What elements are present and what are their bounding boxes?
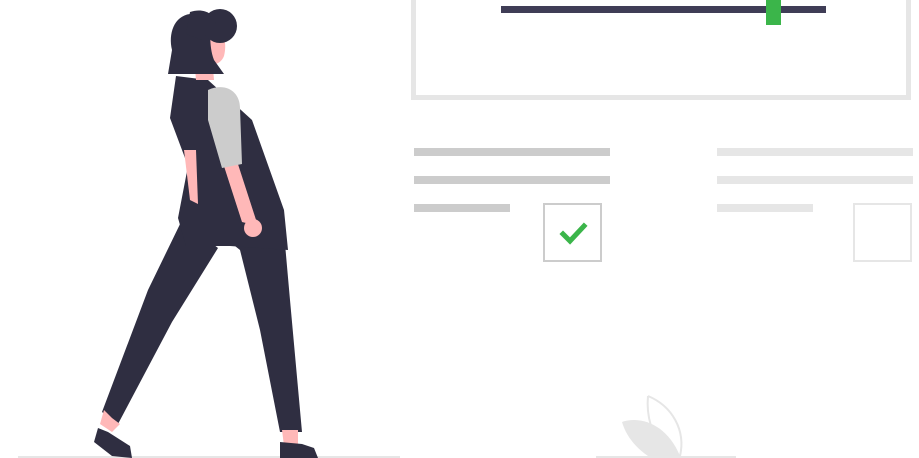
text-line-left-2 [414,176,610,184]
checkbox-unchecked[interactable] [853,203,912,262]
plant-leaf-icon [622,395,683,457]
text-line-left-1 [414,148,610,156]
text-line-right-1 [717,148,913,156]
woman-walking-illustration [94,9,318,458]
text-line-right-3 [717,204,813,212]
illustration-scene [0,0,919,458]
text-line-right-2 [717,176,913,184]
checkbox-checked[interactable] [543,203,602,262]
check-icon [559,222,588,245]
slider-handle[interactable] [766,0,781,25]
settings-panel-frame [411,0,911,100]
text-line-left-3 [414,204,510,212]
